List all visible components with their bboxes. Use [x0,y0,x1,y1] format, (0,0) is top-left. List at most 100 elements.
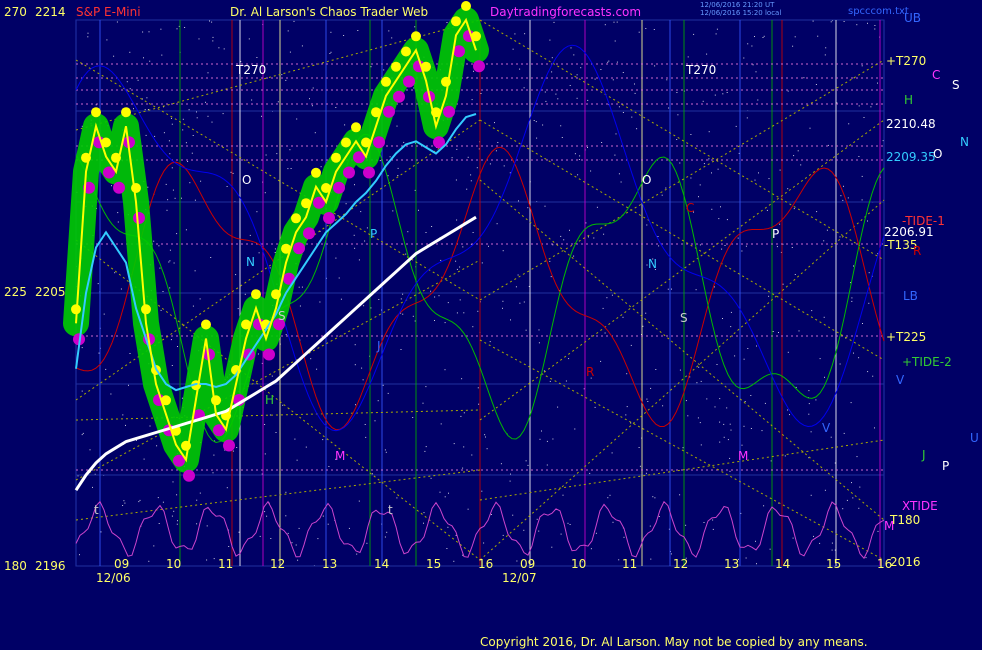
star-dot [317,538,319,540]
star-dot [657,236,659,237]
star-dot [743,425,745,427]
star-dot [502,250,504,252]
star-dot [276,153,278,155]
star-dot [122,505,124,506]
magenta-low-dot [443,105,455,118]
star-dot [455,260,457,262]
star-dot [353,234,355,236]
star-dot [706,53,708,55]
chart-label-n-1: N [246,255,255,269]
star-dot [199,492,201,494]
star-dot [200,180,202,182]
star-dot [149,60,151,62]
star-dot [271,375,273,377]
star-dot [396,125,398,127]
star-dot [542,124,544,126]
star-dot [553,21,555,23]
star-dot [600,69,602,70]
star-dot [626,373,628,375]
star-dot [163,132,165,134]
star-dot [810,431,812,433]
star-dot [735,125,737,127]
star-dot [212,40,214,42]
star-dot [467,508,469,510]
star-dot [634,83,635,85]
star-dot [160,309,162,311]
star-dot [184,27,186,28]
star-dot [768,178,770,180]
magenta-low-dot [393,90,405,103]
star-dot [634,92,636,94]
star-dot [527,464,529,466]
site-link[interactable]: Daytradingforecasts.com [490,5,641,19]
yellow-high-dot [251,289,261,300]
star-dot [128,384,129,386]
right-label-lb: LB [903,289,918,303]
star-dot [384,536,386,538]
star-dot [222,113,224,115]
star-dot [699,244,701,246]
star-dot [117,212,119,214]
star-dot [489,163,491,165]
star-dot [877,530,879,532]
yellow-high-dot [121,107,131,118]
star-dot [852,497,854,499]
star-dot [622,72,624,73]
star-dot [726,407,728,409]
right-label-t180: T180 [889,513,920,527]
star-dot [402,313,404,315]
star-dot [366,227,368,229]
star-dot [524,33,526,35]
star-dot [696,382,698,384]
star-dot [536,137,538,139]
star-dot [625,414,627,416]
star-dot [148,31,150,33]
star-dot [862,323,863,324]
star-dot [490,514,492,515]
star-dot [287,532,289,534]
star-dot [778,332,779,333]
hour-tick-label: 14 [775,557,790,571]
star-dot [698,366,700,368]
yellow-high-dot [91,107,101,118]
star-dot [370,66,372,68]
star-dot [456,148,458,150]
star-dot [196,117,198,119]
star-dot [320,166,322,168]
star-dot [87,36,89,38]
star-dot [471,454,473,456]
star-dot [525,329,527,331]
star-dot [484,434,486,436]
star-dot [348,527,350,529]
star-dot [722,93,724,95]
star-dot [330,31,332,33]
star-dot [611,294,613,296]
star-dot [840,195,842,197]
star-dot [361,367,363,369]
star-dot [690,134,692,135]
star-dot [397,175,399,176]
star-dot [156,445,158,447]
star-dot [555,93,557,95]
timestamp-local: 12/06/2016 15:20 local [700,9,781,17]
star-dot [682,447,684,449]
right-label-xtide: XTIDE [902,499,938,513]
star-dot [661,194,663,196]
star-dot [720,206,721,208]
star-dot [745,557,747,559]
star-dot [861,199,863,201]
star-dot [258,252,260,254]
star-dot [463,412,465,414]
star-dot [858,507,860,509]
star-dot [874,25,876,26]
star-dot [662,405,664,407]
star-dot [277,101,279,103]
star-dot [794,274,796,275]
star-dot [169,249,171,251]
star-dot [456,268,458,270]
star-dot [711,172,712,174]
star-dot [516,560,518,562]
star-dot [697,417,699,419]
star-dot [137,79,139,81]
star-dot [551,57,553,59]
